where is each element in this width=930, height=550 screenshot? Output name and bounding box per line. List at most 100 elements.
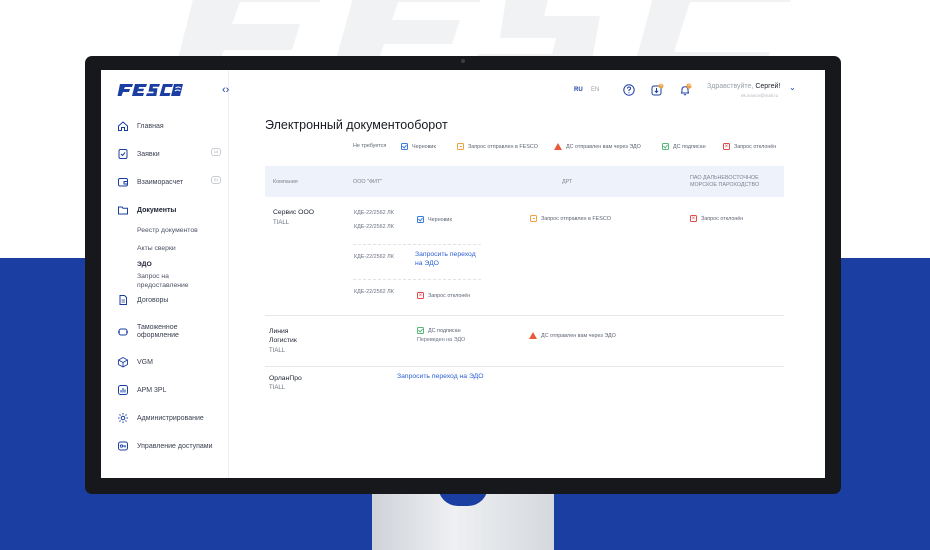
legend-label: Запрос отправлен в FESCO (468, 143, 538, 150)
sidebar-item-settlements[interactable]: Взаиморасчет 21 (117, 173, 221, 191)
greeting-prefix: Здравствуйте, (707, 83, 754, 90)
sidebar-item-customs[interactable]: Таможенное оформление (117, 323, 179, 341)
page-title: Электронный документооборот (265, 118, 448, 132)
warning-icon (554, 143, 562, 150)
document-check-icon (118, 149, 128, 159)
contract-number: КДЕ-22/2562 ЛК (354, 289, 394, 295)
home-icon (118, 121, 128, 131)
legend-rejected: Запрос отклонён (723, 142, 777, 151)
rejected-icon (723, 142, 730, 151)
status-label: ДС подписан (428, 327, 461, 334)
divider (353, 279, 481, 280)
sidebar-item-access[interactable]: Управление доступами (117, 437, 213, 455)
sidebar-item-contracts[interactable]: Договоры (117, 291, 168, 309)
app-screen: ‹› Главная Заявки 14 Взаиморасчет 21 Док… (101, 70, 825, 478)
column-header-feso-line2: МОРСКОЕ ПАРОХОДСТВО (690, 182, 760, 188)
link-line-2: на ЭДО (415, 259, 439, 267)
sidebar-subitem-registry[interactable]: Реестр документов (137, 227, 198, 234)
rejected-icon (690, 214, 697, 223)
sidebar-item-label: VGM (137, 358, 153, 366)
column-header-company: Компания (273, 179, 298, 185)
chevron-down-icon[interactable]: ⌄ (789, 83, 796, 92)
sidebar-item-label: Администрирование (137, 414, 204, 422)
sidebar-subitem-reconciliation[interactable]: Акты сверки (137, 245, 176, 252)
sidebar-item-label: Главная (137, 122, 164, 130)
draft-icon (401, 143, 408, 150)
contract-number: КДЕ-22/2562 ЛК (354, 224, 394, 230)
fesco-logo[interactable] (117, 83, 183, 97)
request-edo-link[interactable]: Запросить переход на ЭДО (397, 373, 484, 382)
request-edo-link[interactable]: Запросить переход на ЭДО (415, 251, 476, 268)
request-sent-icon (530, 215, 537, 222)
lang-ru-button[interactable]: RU (574, 87, 583, 93)
count-badge: 21 (211, 176, 221, 184)
folder-icon (118, 206, 128, 215)
company-name: ОрланПро (269, 375, 302, 382)
company-tag: TIALL (269, 348, 286, 354)
sidebar-item-label: АРМ 3PL (137, 386, 167, 394)
sidebar-item-label: Договоры (137, 296, 169, 304)
question-icon[interactable] (622, 83, 636, 97)
sidebar-subitem-edo[interactable]: ЭДО (137, 261, 152, 268)
draft-icon (417, 216, 424, 223)
contract-icon (119, 295, 127, 305)
count-badge: 14 (211, 148, 221, 156)
request-sent-icon (457, 143, 464, 150)
legend-label: Запрос отклонён (734, 143, 777, 150)
wallet-icon (118, 178, 128, 187)
sidebar-item-vgm[interactable]: VGM (117, 353, 153, 371)
status-label: Запрос отправлен в FESCO (541, 215, 611, 222)
gear-icon (118, 413, 128, 423)
sidebar-item-label: Взаиморасчет (137, 178, 184, 186)
sidebar-item-admin[interactable]: Администрирование (117, 409, 204, 427)
column-header-drt: ДРТ (562, 179, 573, 185)
cube-icon (118, 356, 128, 368)
transferred-note: Переведен на ЭДО (417, 337, 466, 343)
status-rejected: Запрос отклонён (690, 214, 744, 223)
lang-en-button[interactable]: EN (591, 87, 599, 93)
chart-icon (118, 385, 128, 395)
user-email: ek.ivanov@mail.ru (741, 93, 779, 98)
legend-request-sent: Запрос отправлен в FESCO (457, 143, 538, 150)
status-label: Запрос отклонён (701, 215, 744, 222)
status-label: ДС отправлен вам через ЭДО (541, 332, 616, 339)
sidebar: ‹› Главная Заявки 14 Взаиморасчет 21 Док… (101, 70, 229, 478)
divider (353, 244, 481, 245)
row-divider (265, 315, 784, 316)
company-tag: TIALL (269, 385, 286, 391)
legend-not-required: Не требуется (353, 143, 386, 149)
legend-ds-signed: ДС подписан (662, 143, 706, 150)
company-name-line2: Логистик (269, 337, 297, 344)
user-greeting[interactable]: Здравствуйте, Сергей! (707, 83, 780, 90)
status-request-sent: Запрос отправлен в FESCO (530, 215, 611, 222)
company-tag: TIALL (273, 220, 290, 226)
user-name: Сергей! (755, 83, 781, 90)
sidebar-item-home[interactable]: Главная (117, 117, 164, 135)
status-ds-sent: ДС отправлен вам через ЭДО (529, 332, 616, 339)
sidebar-item-label: Таможенное оформление (137, 323, 179, 340)
link-line-1: Запросить переход (415, 251, 476, 258)
legend-label: ДС подписан (673, 143, 706, 150)
row-divider (265, 366, 784, 367)
sidebar-collapse-button[interactable]: ‹› (222, 84, 229, 96)
status-rejected: Запрос отклонён (417, 291, 471, 300)
monitor-camera (461, 59, 465, 63)
column-header-feso: ПАО ДАЛЬНЕВОСТОЧНОЕ (690, 175, 759, 181)
sidebar-item-requests[interactable]: Заявки 14 (117, 145, 221, 163)
customs-icon (118, 328, 128, 336)
company-name: Линия (269, 328, 289, 335)
sidebar-item-arm3pl[interactable]: АРМ 3PL (117, 381, 167, 399)
company-name: Сервис ООО (273, 209, 315, 216)
contract-number: КДЕ-22/2562 ЛК (354, 254, 394, 260)
status-label: Запрос отклонён (428, 292, 471, 299)
tasks-badge: 5 (660, 83, 662, 87)
sidebar-subitem-request[interactable]: Запрос на предоставление (137, 273, 203, 290)
warning-icon (529, 332, 537, 339)
signed-icon (417, 327, 424, 334)
rejected-icon (417, 291, 424, 300)
sidebar-item-label: Документы (137, 206, 177, 214)
key-icon (118, 441, 128, 451)
sidebar-item-label: Управление доступами (137, 442, 213, 450)
status-label: Черновик (428, 216, 452, 223)
sidebar-item-documents[interactable]: Документы (117, 201, 176, 219)
